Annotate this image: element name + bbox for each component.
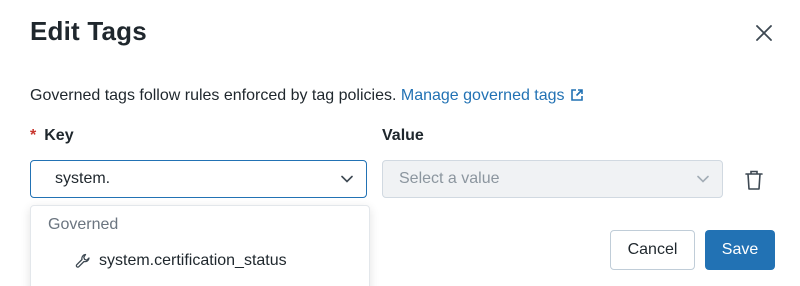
close-button[interactable] bbox=[751, 20, 777, 46]
value-label: Value bbox=[382, 127, 424, 144]
key-input-value: system. bbox=[55, 170, 111, 187]
description-text: Governed tags follow rules enforced by t… bbox=[30, 87, 401, 104]
required-marker: * bbox=[30, 127, 37, 144]
dropdown-option-label: system.certification_status bbox=[99, 252, 287, 269]
edit-tags-dialog: Edit Tags Governed tags follow rules enf… bbox=[0, 0, 800, 286]
delete-tag-button[interactable] bbox=[743, 168, 765, 192]
dropdown-group-label: Governed bbox=[48, 216, 119, 233]
key-label: * Key bbox=[30, 127, 74, 145]
cancel-button[interactable]: Cancel bbox=[610, 230, 695, 270]
key-label-text: Key bbox=[44, 127, 74, 144]
value-select[interactable]: Select a value bbox=[382, 160, 723, 198]
manage-governed-tags-label: Manage governed tags bbox=[400, 87, 565, 104]
close-icon bbox=[756, 25, 772, 41]
chevron-down-icon[interactable] bbox=[340, 172, 354, 186]
key-dropdown-menu: Governed system.certification_status bbox=[30, 205, 370, 286]
save-button[interactable]: Save bbox=[705, 230, 775, 270]
manage-governed-tags-link[interactable]: Manage governed tags bbox=[401, 87, 584, 104]
key-select-input[interactable]: system. bbox=[30, 160, 367, 198]
dialog-title: Edit Tags bbox=[30, 16, 147, 46]
wrench-icon bbox=[75, 252, 93, 270]
description: Governed tags follow rules enforced by t… bbox=[30, 87, 584, 107]
value-placeholder: Select a value bbox=[399, 170, 500, 187]
external-link-icon bbox=[570, 88, 584, 107]
chevron-down-icon bbox=[696, 172, 710, 186]
trash-icon bbox=[745, 170, 763, 190]
dropdown-option[interactable]: system.certification_status bbox=[31, 244, 369, 278]
